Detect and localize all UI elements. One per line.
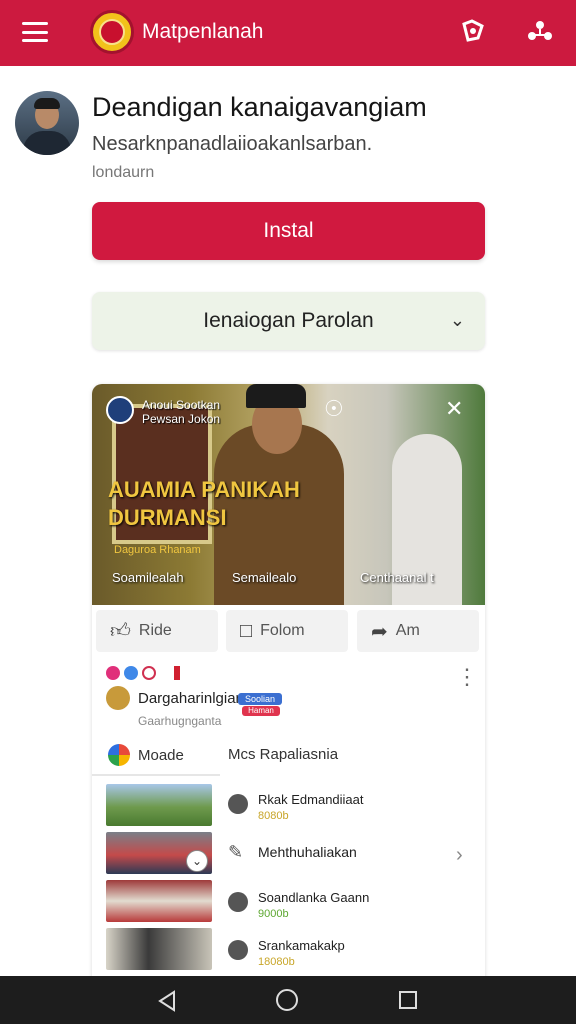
chevron-down-icon[interactable]: ⌄	[186, 850, 208, 872]
post-card: Anoui Sootkan Pewsan Jokon ☉ ✕ AUAMIA PA…	[92, 384, 485, 984]
flag-icon	[174, 666, 186, 680]
list-item[interactable]: Soandlanka Gaann 9000b	[228, 890, 369, 920]
video-caption-mid: Semailealo	[232, 570, 297, 585]
thumbnail-4[interactable]	[106, 928, 212, 970]
post-tabs: Moade Mcs Rapaliasnia	[92, 736, 485, 776]
close-icon[interactable]: ✕	[445, 396, 463, 422]
like-reaction-icon	[124, 666, 138, 680]
settings-icon[interactable]: ☉	[324, 396, 344, 422]
list-avatar	[228, 794, 248, 814]
list-avatar	[228, 892, 248, 912]
install-button[interactable]: Instal	[92, 202, 485, 260]
list-item[interactable]: ✎ Mehthuhaliakan	[228, 842, 357, 862]
video-caption-right: Centhaanal t	[360, 570, 434, 585]
author-subtitle: Gaarhugnganta	[138, 714, 222, 728]
thumbs-up-icon: 👍︎	[110, 620, 131, 642]
author-badge-secondary: Haman	[242, 706, 280, 716]
profile-avatar[interactable]	[15, 91, 79, 155]
channel-avatar[interactable]	[106, 396, 134, 424]
post-author[interactable]: Dargaharinlgian	[106, 686, 244, 710]
tab-divider	[92, 774, 220, 776]
thumbnail-1[interactable]	[106, 784, 212, 826]
category-dropdown[interactable]: Ienaiogan Parolan ⌄	[92, 292, 485, 350]
video-caption-left: Soamilealah	[112, 570, 184, 585]
author-name: Dargaharinlgian	[138, 689, 244, 707]
profile-subtitle: londaurn	[92, 164, 155, 181]
app-title: Matpenlanah	[142, 20, 264, 43]
hamburger-icon[interactable]	[22, 22, 48, 42]
list-avatar	[228, 940, 248, 960]
comment-button[interactable]: □ Folom	[226, 610, 348, 652]
love-reaction-icon	[106, 666, 120, 680]
channel-name: Anoui Sootkan Pewsan Jokon	[142, 398, 221, 426]
post-actions: 👍︎ Ride □ Folom ➦ Am	[92, 610, 485, 652]
more-options-icon[interactable]: ⋮	[456, 666, 478, 688]
dropdown-label: Ienaiogan Parolan	[203, 309, 374, 332]
author-badge: Soolian	[238, 693, 282, 705]
share-arrow-icon: ➦	[371, 620, 388, 643]
back-icon[interactable]	[156, 990, 178, 1012]
list-item[interactable]: Srankamakakp 18080b	[228, 938, 345, 968]
list-item[interactable]: Rkak Edmandiiaat 8080b	[228, 792, 364, 822]
comment-icon: □	[240, 619, 253, 642]
tab-moade[interactable]: Moade	[108, 744, 184, 766]
profile-name: Deandigan kanaigavangiam	[92, 92, 427, 122]
recent-apps-icon[interactable]	[399, 991, 417, 1009]
author-avatar	[106, 686, 130, 710]
system-nav-bar	[0, 976, 576, 1024]
app-logo	[90, 10, 134, 54]
reaction-icons[interactable]	[106, 664, 186, 682]
like-button[interactable]: 👍︎ Ride	[96, 610, 218, 652]
share-icon[interactable]	[459, 18, 487, 46]
thumbnail-3[interactable]	[106, 880, 212, 922]
video-overlay-small: Daguroa Rhanam	[114, 544, 201, 556]
google-icon	[108, 744, 130, 766]
chevron-down-icon: ⌄	[449, 310, 465, 330]
profile-description: Nesarknpanadlaiioakanlsarban.	[92, 133, 373, 155]
video-overlay-title: AUAMIA PANIKAH DURMANSI	[108, 477, 300, 530]
edit-icon: ✎	[228, 842, 244, 862]
heart-reaction-icon	[142, 666, 156, 680]
tab-rapaliasnia[interactable]: Mcs Rapaliasnia	[228, 746, 338, 763]
app-header: Matpenlanah	[0, 0, 576, 66]
network-icon[interactable]	[526, 18, 554, 46]
home-icon[interactable]	[276, 989, 298, 1011]
video-player[interactable]: Anoui Sootkan Pewsan Jokon ☉ ✕ AUAMIA PA…	[92, 384, 485, 605]
share-button[interactable]: ➦ Am	[357, 610, 479, 652]
chevron-right-icon[interactable]: ›	[456, 844, 463, 867]
